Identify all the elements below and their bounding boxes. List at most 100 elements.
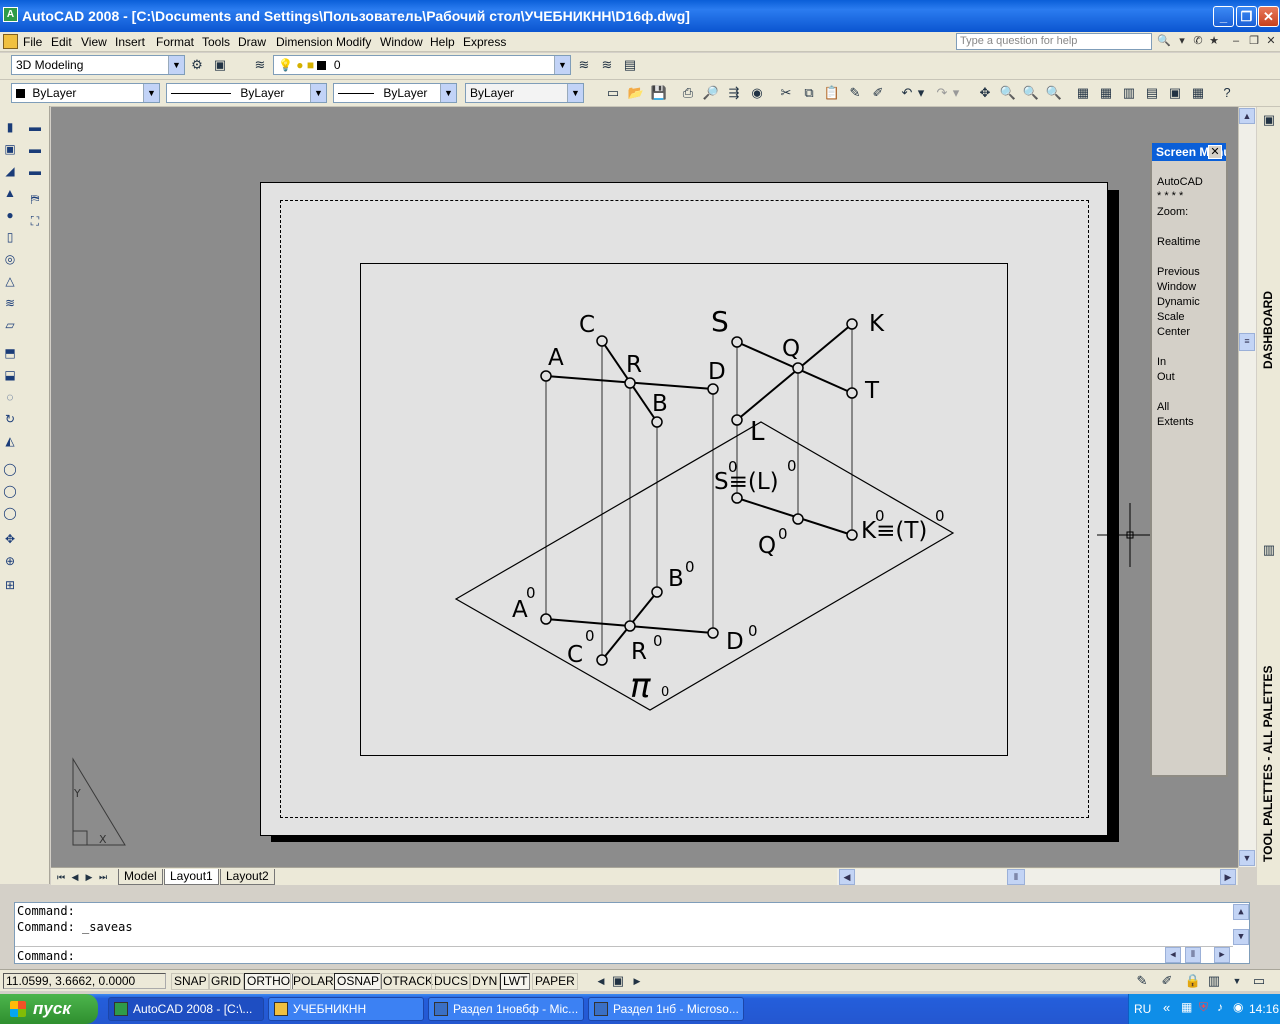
next-tab-icon[interactable]: ▶ (83, 868, 95, 886)
dashboard-tab[interactable]: DASHBOARD (1261, 291, 1275, 369)
chevron-down-icon[interactable]: ▼ (143, 84, 159, 102)
scroll-right-icon[interactable]: ▶ (628, 972, 646, 990)
cylinder-icon[interactable]: ▯ (1, 228, 19, 246)
screen-menu-item[interactable]: Window (1157, 281, 1196, 293)
taskbar-item-folder[interactable]: УЧЕБНИКНН (268, 997, 424, 1021)
lwt-toggle[interactable]: LWT (500, 973, 531, 990)
tab-model[interactable]: Model (118, 869, 163, 885)
start-button[interactable]: пуск (0, 994, 98, 1024)
menu-insert[interactable]: Insert (115, 35, 145, 49)
subtract-icon[interactable]: ◯ (1, 482, 19, 500)
otrack-toggle[interactable]: OTRACK (380, 973, 437, 990)
close-button[interactable]: ✕ (1258, 6, 1279, 27)
language-indicator[interactable]: RU (1134, 1002, 1151, 1016)
camera-icon[interactable]: ⛶ (26, 212, 44, 230)
torus-icon[interactable]: ◎ (1, 250, 19, 268)
autocad-app-icon[interactable]: A (3, 7, 18, 22)
undo-icon[interactable]: ↶ (898, 84, 916, 102)
taskbar-item-word-1[interactable]: Раздел 1новбф - Mic... (428, 997, 584, 1021)
screen-menu-item[interactable]: * * * * (1157, 190, 1183, 202)
ruler-icon[interactable]: ▬ (26, 118, 44, 136)
plot-preview-icon[interactable]: 🔎 (702, 84, 720, 102)
maximize-viewport-icon[interactable]: ▣ (609, 972, 627, 990)
network-icon[interactable]: ▦ (1181, 1000, 1192, 1014)
sweep-icon[interactable]: ◌ (1, 388, 19, 406)
cmd-hscroll-thumb[interactable]: ⦀ (1185, 947, 1201, 963)
restore-button[interactable]: ❐ (1236, 6, 1257, 27)
chevron-down-icon[interactable]: ▼ (168, 56, 184, 74)
wedge-icon[interactable]: ◢ (1, 162, 19, 180)
open-file-icon[interactable]: 📂 (627, 84, 645, 102)
autodesk-tray-icon[interactable]: ◉ (1233, 1000, 1243, 1014)
first-tab-icon[interactable]: ⏮ (55, 868, 67, 886)
menu-format[interactable]: Format (156, 35, 194, 49)
prev-tab-icon[interactable]: ◀ (69, 868, 81, 886)
loft-icon[interactable]: ◭ (1, 432, 19, 450)
osnap-toggle[interactable]: OSNAP (334, 973, 383, 990)
helix-icon[interactable]: ≋ (1, 294, 19, 312)
box-icon[interactable]: ▣ (1, 140, 19, 158)
intersect-icon[interactable]: ◯ (1, 504, 19, 522)
scroll-left-icon[interactable]: ◀ (592, 972, 610, 990)
cut-icon[interactable]: ✂ (777, 84, 795, 102)
dashboard-icon[interactable]: ▣ (1260, 111, 1278, 129)
3d-align-icon[interactable]: ⊞ (1, 576, 19, 594)
sheet-set-icon[interactable]: ▤ (1143, 84, 1161, 102)
search-icon[interactable]: 🔍 (1156, 34, 1172, 50)
scroll-left-icon[interactable]: ◀ (839, 869, 855, 885)
zoom-previous-icon[interactable]: 🔍 (1045, 84, 1063, 102)
tool-palettes-icon[interactable]: ▥ (1260, 541, 1278, 559)
dyn-toggle[interactable]: DYN (469, 973, 501, 990)
menu-dimension[interactable]: Dimension (276, 35, 333, 49)
paper-toggle[interactable]: PAPER (532, 973, 578, 990)
workspace-settings-icon[interactable]: ⚙ (188, 56, 206, 74)
extrude-icon[interactable]: ⬒ (1, 344, 19, 362)
planar-surface-icon[interactable]: ▱ (1, 316, 19, 334)
doc-minimize-icon[interactable]: – (1228, 34, 1244, 50)
zoom-realtime-icon[interactable]: 🔍 (999, 84, 1017, 102)
doc-close-icon[interactable]: ✕ (1263, 34, 1279, 50)
redo-icon[interactable]: ↷ (933, 84, 951, 102)
scroll-down-icon[interactable]: ▼ (1233, 929, 1249, 945)
lineweight-select[interactable]: ByLayer ▼ (333, 83, 457, 103)
chevron-down-icon[interactable]: ▼ (554, 56, 570, 74)
screen-menu-item[interactable]: Scale (1157, 311, 1185, 323)
help-icon[interactable]: ? (1218, 84, 1236, 102)
scroll-up-icon[interactable]: ▲ (1239, 108, 1255, 124)
clean-screen-icon[interactable]: ▭ (1250, 972, 1268, 990)
taskbar-item-word-2[interactable]: Раздел 1нб - Microso... (588, 997, 744, 1021)
ducs-toggle[interactable]: DUCS (431, 973, 472, 990)
screen-menu-item[interactable]: Dynamic (1157, 296, 1200, 308)
communication-icon[interactable]: ▥ (1205, 972, 1223, 990)
block-editor-icon[interactable]: ✐ (869, 84, 887, 102)
sphere-icon[interactable]: ● (1, 206, 19, 224)
close-icon[interactable]: ✕ (1208, 145, 1222, 159)
menu-help[interactable]: Help (430, 35, 455, 49)
screen-menu-item[interactable]: Out (1157, 371, 1175, 383)
doc-restore-icon[interactable]: ❐ (1246, 34, 1262, 50)
annotation-visibility-icon[interactable]: ✐ (1158, 972, 1176, 990)
new-file-icon[interactable]: ▭ (604, 84, 622, 102)
horizontal-scrollbar[interactable]: ◀ ⦀ ▶ (837, 869, 1237, 885)
screen-menu-item[interactable]: Zoom: (1157, 206, 1188, 218)
chevron-down-icon[interactable]: ▼ (310, 84, 326, 102)
properties-icon[interactable]: ▦ (1074, 84, 1092, 102)
screen-menu-item[interactable]: All (1157, 401, 1169, 413)
ortho-toggle[interactable]: ORTHO (244, 973, 294, 990)
layer-properties-icon[interactable]: ≋ (251, 56, 269, 74)
make-current-layer-icon[interactable]: ≋ (575, 56, 593, 74)
workspace-select[interactable]: 3D Modeling ▼ (11, 55, 185, 75)
tray-chevron-icon[interactable]: « (1163, 1000, 1170, 1015)
3d-dwf-icon[interactable]: ◉ (748, 84, 766, 102)
plotstyle-select[interactable]: ByLayer ▼ (465, 83, 584, 103)
hscroll-thumb[interactable]: ⦀ (1007, 869, 1025, 885)
screen-menu-item[interactable]: AutoCAD (1157, 176, 1203, 188)
scroll-down-icon[interactable]: ▼ (1239, 850, 1255, 866)
menu-window[interactable]: Window (380, 35, 423, 49)
paste-icon[interactable]: 📋 (823, 84, 841, 102)
annotation-scale-icon[interactable]: ✎ (1133, 972, 1151, 990)
chevron-down-icon[interactable]: ▾ (916, 84, 926, 102)
screen-menu-item[interactable]: Previous (1157, 266, 1200, 278)
help-search-input[interactable]: Type a question for help (956, 33, 1152, 50)
screen-menu-item[interactable]: In (1157, 356, 1166, 368)
